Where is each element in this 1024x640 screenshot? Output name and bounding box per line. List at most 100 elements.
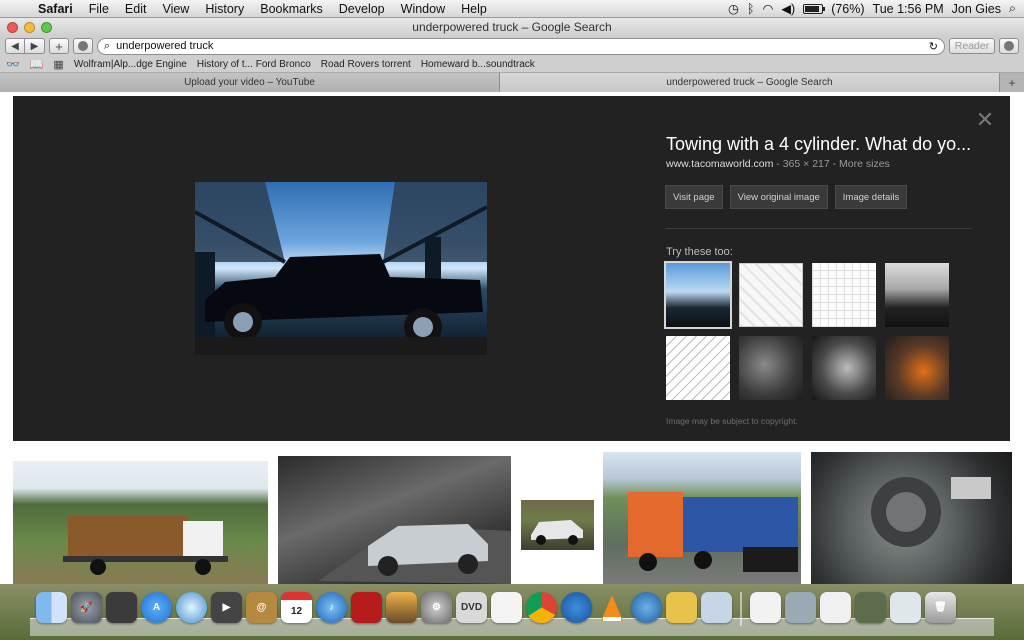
share-button[interactable]	[73, 38, 93, 54]
preview-image-truck[interactable]	[195, 182, 487, 355]
contacts-icon[interactable]: @	[246, 592, 277, 623]
menu-history[interactable]: History	[197, 2, 252, 16]
address-input[interactable]: underpowered truck	[116, 40, 923, 52]
visit-page-button[interactable]: Visit page	[665, 185, 723, 209]
spotlight-icon[interactable]: ⌕	[1009, 1, 1016, 16]
back-button[interactable]: ◀	[5, 38, 25, 54]
menu-develop[interactable]: Develop	[331, 2, 393, 16]
reload-icon[interactable]: ↻	[929, 40, 938, 53]
downloads-button[interactable]	[999, 38, 1019, 54]
dock: 🚀 A ▶ @ 12 ♪ ⚙ DVD 🗑	[0, 584, 1024, 640]
related-thumb-truck-dark[interactable]	[885, 263, 949, 327]
title-bar: underpowered truck – Google Search	[0, 18, 1024, 36]
result-image-scania-truck[interactable]	[603, 452, 801, 584]
app-store-icon[interactable]: A	[141, 592, 172, 623]
youtube-icon[interactable]	[561, 592, 592, 623]
png-document-icon[interactable]	[820, 592, 851, 623]
bookmarks-bar: 👓 📖 ▦ Wolfram|Alp...dge Engine History o…	[0, 56, 1024, 73]
dashboard-icon[interactable]	[106, 592, 137, 623]
related-thumb-engine-orange[interactable]	[885, 336, 949, 400]
related-thumb-engine-photo-1[interactable]	[739, 336, 803, 400]
close-preview-icon[interactable]: ✕	[975, 109, 995, 131]
menu-bookmarks[interactable]: Bookmarks	[252, 2, 331, 16]
bookmark-homeward[interactable]: Homeward b...soundtrack	[421, 59, 535, 70]
image-meta[interactable]: - 365 × 217 - More sizes	[773, 158, 890, 170]
new-tab-button[interactable]: +	[1000, 73, 1024, 92]
address-bar[interactable]: ⌕ underpowered truck ↻	[97, 37, 945, 55]
menu-help[interactable]: Help	[453, 2, 495, 16]
menu-app-safari[interactable]: Safari	[30, 2, 81, 16]
try-these-label: Try these too:	[666, 246, 733, 258]
tab-google-search[interactable]: underpowered truck – Google Search	[500, 73, 1000, 92]
image-document-icon[interactable]	[785, 592, 816, 623]
time-machine-icon[interactable]: ◷	[728, 1, 739, 16]
zoom-window-button[interactable]	[41, 21, 52, 33]
result-image-engine-bay[interactable]	[811, 452, 1012, 584]
close-window-button[interactable]	[7, 21, 18, 33]
source-site[interactable]: www.tacomaworld.com	[666, 158, 773, 170]
menu-window[interactable]: Window	[393, 2, 453, 16]
related-thumb-truck-bridge[interactable]	[664, 261, 732, 329]
dvd-player-icon[interactable]: DVD	[456, 592, 487, 623]
related-thumb-engine-drawing[interactable]	[666, 336, 730, 400]
minimize-window-button[interactable]	[24, 21, 35, 33]
vlc-icon[interactable]	[596, 592, 627, 623]
network-icon[interactable]	[631, 592, 662, 623]
chrome-icon[interactable]	[526, 592, 557, 623]
status-area: ◷ ᛒ ◠ ◀) (76%) Tue 1:56 PM Jon Gies ⌕	[728, 1, 1024, 16]
textedit-icon[interactable]	[491, 592, 522, 623]
reading-list-icon[interactable]: 👓	[6, 58, 20, 71]
show-bookmarks-icon[interactable]: 📖	[30, 58, 44, 71]
wifi-icon[interactable]: ◠	[762, 1, 773, 16]
tab-youtube[interactable]: Upload your video – YouTube	[0, 73, 500, 92]
related-thumb-engine-photo-2[interactable]	[812, 336, 876, 400]
view-original-image-button[interactable]: View original image	[729, 185, 828, 209]
script-icon[interactable]	[666, 592, 697, 623]
menu-file[interactable]: File	[81, 2, 117, 16]
user-name[interactable]: Jon Gies	[952, 2, 1001, 16]
image-details-button[interactable]: Image details	[834, 185, 908, 209]
result-image-small-truck[interactable]	[521, 500, 594, 550]
result-image-wine-truck[interactable]	[13, 461, 268, 584]
reader-button[interactable]: Reader	[949, 38, 995, 54]
facetime-icon[interactable]: ▶	[211, 592, 242, 623]
photo-booth-icon[interactable]	[351, 592, 382, 623]
window-title: underpowered truck – Google Search	[412, 20, 612, 34]
volume-icon[interactable]: ◀)	[781, 1, 795, 16]
rtf-document-icon[interactable]	[750, 592, 781, 623]
clock[interactable]: Tue 1:56 PM	[873, 2, 944, 16]
add-bookmark-button[interactable]: +	[49, 38, 69, 54]
share-icon	[78, 41, 88, 51]
page-content: Towing with a 4 cylinder. What do yo... …	[0, 92, 1024, 584]
bookmark-ford-bronco[interactable]: History of t... Ford Bronco	[197, 59, 311, 70]
iphoto-icon[interactable]	[386, 592, 417, 623]
battery-icon[interactable]	[803, 2, 826, 16]
battery-percent: (76%)	[831, 1, 865, 16]
related-images-grid	[664, 261, 949, 400]
launchpad-icon[interactable]: 🚀	[71, 592, 102, 623]
itunes-icon[interactable]: ♪	[316, 592, 347, 623]
trash-icon[interactable]: 🗑	[925, 592, 956, 623]
top-sites-icon[interactable]: ▦	[53, 58, 63, 71]
panel-divider	[666, 228, 972, 229]
related-thumb-engine-diagram[interactable]	[739, 263, 803, 327]
window-stack-icon[interactable]	[890, 592, 921, 623]
toolbar: ◀ ▶ + ⌕ underpowered truck ↻ Reader	[0, 36, 1024, 56]
bookmark-wolfram[interactable]: Wolfram|Alp...dge Engine	[74, 59, 187, 70]
menu-edit[interactable]: Edit	[117, 2, 155, 16]
result-image-aston-martin[interactable]	[278, 456, 511, 584]
finder-icon[interactable]	[36, 592, 67, 623]
preview-icon[interactable]	[701, 592, 732, 623]
bookmark-road-rovers[interactable]: Road Rovers torrent	[321, 59, 411, 70]
related-thumb-schematic[interactable]	[812, 263, 876, 327]
bluetooth-icon[interactable]: ᛒ	[747, 2, 755, 16]
forward-button[interactable]: ▶	[25, 38, 45, 54]
preview-title[interactable]: Towing with a 4 cylinder. What do yo...	[666, 134, 996, 155]
calendar-icon[interactable]: 12	[281, 592, 312, 623]
system-preferences-icon[interactable]: ⚙	[421, 592, 452, 623]
forward-arrow-icon: ▶	[30, 40, 39, 52]
back-arrow-icon: ◀	[11, 40, 19, 52]
photo-stack-icon[interactable]	[855, 592, 886, 623]
safari-icon[interactable]	[176, 592, 207, 623]
menu-view[interactable]: View	[154, 2, 197, 16]
